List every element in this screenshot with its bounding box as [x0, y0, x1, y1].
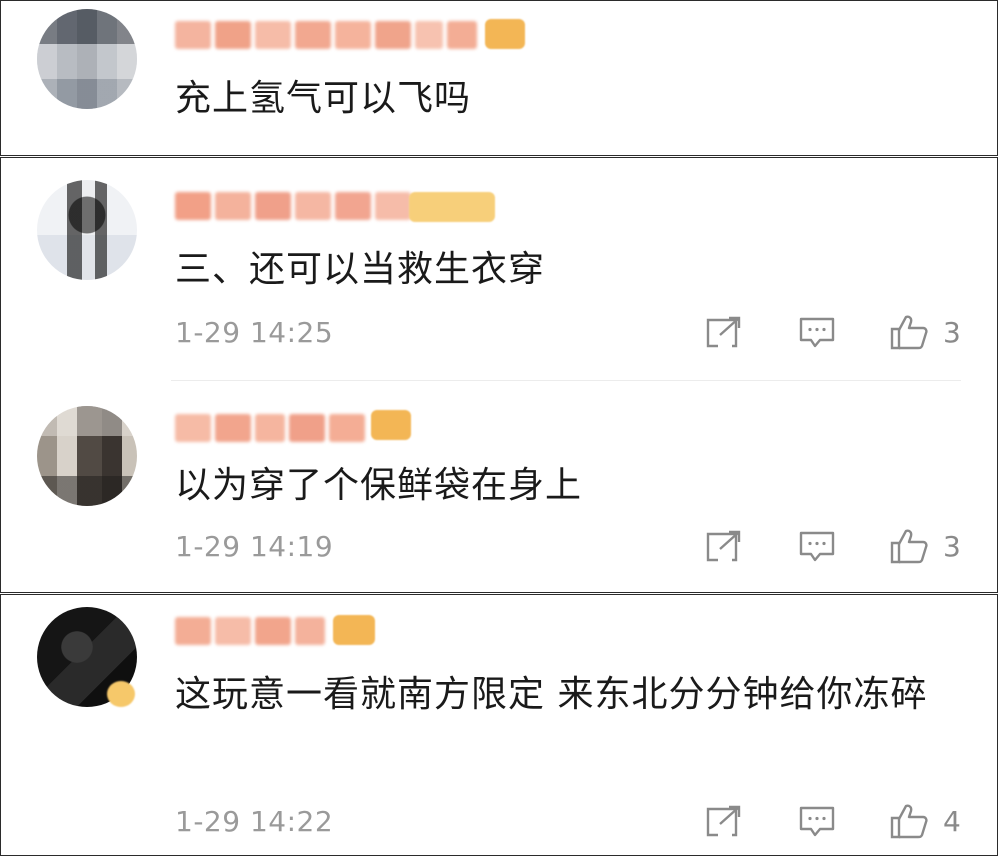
avatar[interactable] — [37, 9, 137, 109]
user-badge — [371, 410, 411, 440]
thumbs-up-icon[interactable] — [889, 528, 929, 564]
thumbs-up-icon[interactable] — [889, 803, 929, 839]
comment-text: 这玩意一看就南方限定 来东北分分钟给你冻碎 — [175, 674, 928, 715]
avatar[interactable] — [37, 406, 137, 506]
comment-actions: 3 — [705, 528, 961, 564]
comment-panel-3: 这玩意一看就南方限定 来东北分分钟给你冻碎 1-29 14:22 4 — [0, 594, 998, 856]
comment-icon[interactable] — [797, 528, 837, 564]
comment-item: 以为穿了个保鲜袋在身上 1-29 14:19 3 — [1, 382, 997, 594]
comment-text: 三、还可以当救生衣穿 — [175, 249, 546, 290]
comment-timestamp: 1-29 14:22 — [175, 805, 334, 838]
like-count: 3 — [943, 529, 961, 563]
share-icon[interactable] — [705, 314, 745, 350]
comment-actions: 3 — [705, 314, 961, 350]
comment-timestamp: 1-29 14:25 — [175, 316, 334, 349]
username-blurred[interactable] — [175, 188, 411, 224]
comment-item: 这玩意一看就南方限定 来东北分分钟给你冻碎 1-29 14:22 4 — [1, 595, 997, 857]
user-badge — [409, 192, 495, 222]
username-blurred[interactable] — [175, 17, 477, 53]
like-count: 4 — [943, 804, 961, 838]
username-blurred[interactable] — [175, 613, 325, 649]
avatar[interactable] — [37, 180, 137, 280]
user-badge — [333, 615, 375, 645]
comment-item: 三、还可以当救生衣穿 1-29 14:25 3 — [1, 158, 997, 376]
user-badge — [485, 19, 525, 49]
comment-actions: 4 — [705, 803, 961, 839]
comment-text: 以为穿了个保鲜袋在身上 — [175, 465, 583, 506]
share-icon[interactable] — [705, 803, 745, 839]
comment-panel-2: 三、还可以当救生衣穿 1-29 14:25 3 以为穿了个保鲜袋在身上 1-29… — [0, 157, 998, 593]
divider — [171, 380, 961, 381]
comment-timestamp: 1-29 14:19 — [175, 530, 334, 563]
comment-icon[interactable] — [797, 314, 837, 350]
share-icon[interactable] — [705, 528, 745, 564]
comment-icon[interactable] — [797, 803, 837, 839]
username-blurred[interactable] — [175, 410, 365, 446]
thumbs-up-icon[interactable] — [889, 314, 929, 350]
comment-panel-1: 充上氢气可以飞吗 — [0, 0, 998, 156]
comment-text: 充上氢气可以飞吗 — [175, 78, 472, 119]
like-count: 3 — [943, 315, 961, 349]
comment-item: 充上氢气可以飞吗 — [1, 1, 997, 157]
verified-badge — [107, 681, 135, 707]
